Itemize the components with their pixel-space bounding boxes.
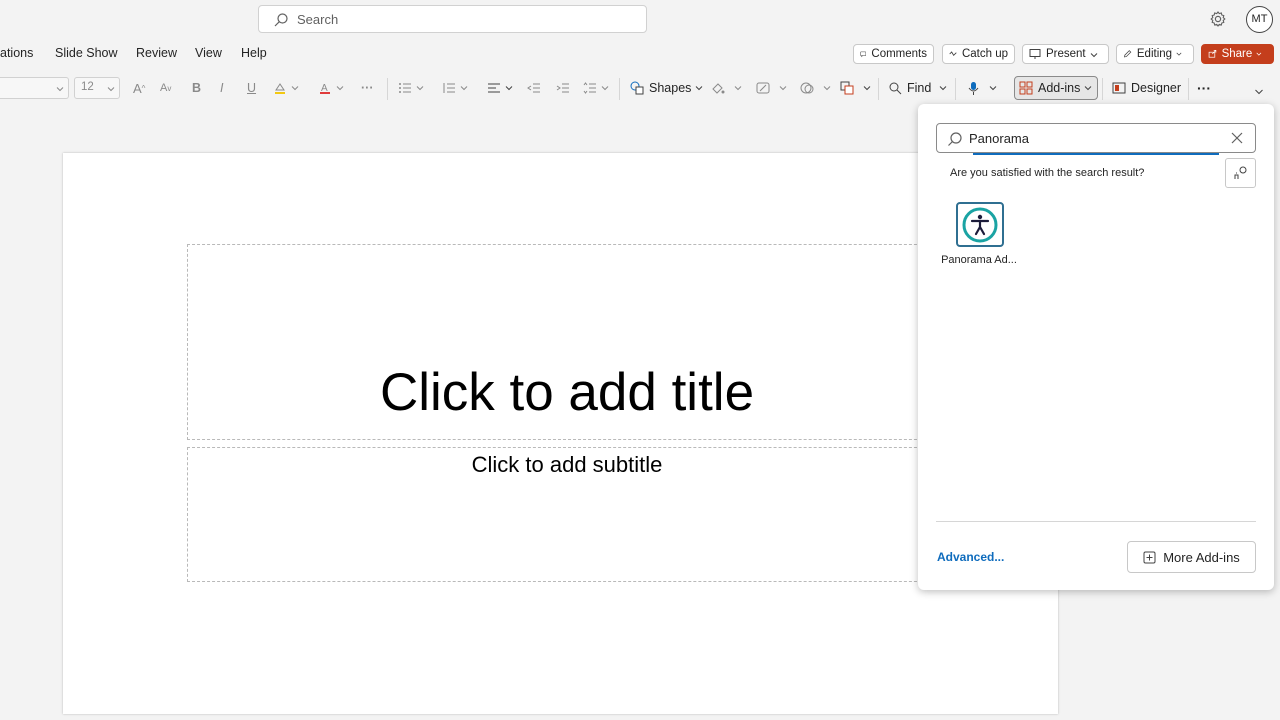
chevron-down-icon [56, 87, 64, 92]
font-color-icon[interactable]: A [318, 78, 344, 98]
designer-icon [1112, 82, 1126, 94]
arrange-icon[interactable] [840, 78, 871, 98]
shapes-icon [630, 81, 644, 95]
editing-label: Editing [1136, 48, 1173, 60]
tab-animations[interactable]: ations [0, 46, 33, 60]
addins-label: Add-ins [1038, 81, 1081, 95]
shrink-font-icon[interactable]: Av [160, 78, 171, 98]
accessibility-icon [956, 202, 1004, 247]
find-label: Find [907, 81, 932, 95]
feedback-icon [1234, 166, 1247, 179]
designer-label: Designer [1131, 81, 1182, 95]
subtitle-placeholder-text: Click to add subtitle [471, 452, 663, 477]
advanced-link[interactable]: Advanced... [937, 550, 1004, 564]
search-icon [274, 13, 288, 27]
catch-up-label: Catch up [961, 48, 1008, 60]
addins-search-input[interactable] [969, 128, 1215, 148]
chevron-down-icon [1256, 52, 1262, 56]
tab-help[interactable]: Help [241, 46, 267, 60]
chevron-down-icon [1176, 52, 1182, 56]
slide-canvas[interactable]: Click to add title Click to add subtitle [63, 153, 1058, 714]
collapse-ribbon-icon[interactable] [1254, 82, 1264, 102]
highlight-icon[interactable] [273, 78, 299, 98]
share-icon [1208, 50, 1217, 58]
tab-view[interactable]: View [195, 46, 222, 60]
line-spacing-icon[interactable] [583, 78, 609, 98]
feedback-question: Are you satisfied with the search result… [950, 167, 1145, 179]
dictate-button[interactable] [967, 78, 997, 98]
search-placeholder: Search [297, 12, 339, 27]
comments-label: Comments [871, 48, 927, 60]
editing-mode-button[interactable]: Editing [1116, 44, 1194, 64]
subtitle-placeholder[interactable]: Click to add subtitle [187, 447, 947, 582]
underline-icon[interactable]: U [247, 78, 256, 98]
shape-effects-icon[interactable] [800, 78, 831, 98]
font-size-box[interactable]: 12 [74, 77, 120, 99]
search-icon [948, 132, 962, 146]
align-icon[interactable] [487, 78, 513, 98]
catch-up-button[interactable]: Catch up [942, 44, 1015, 64]
gear-icon[interactable] [1208, 9, 1228, 29]
chevron-down-icon [107, 87, 115, 92]
add-square-icon [1143, 551, 1156, 563]
increase-indent-icon[interactable] [556, 78, 570, 98]
shapes-button[interactable]: Shapes [630, 78, 703, 98]
search-icon [889, 82, 902, 94]
avatar[interactable]: MT [1246, 6, 1273, 33]
feedback-button[interactable] [1225, 158, 1256, 188]
bold-icon[interactable]: B [192, 78, 201, 98]
divider [936, 521, 1256, 522]
shape-fill-icon[interactable] [711, 78, 742, 98]
more-addins-label: More Add-ins [1163, 549, 1240, 565]
catch-up-icon [949, 51, 957, 57]
addins-button-content: Add-ins [1019, 78, 1092, 98]
present-button[interactable]: Present [1022, 44, 1109, 64]
addin-result-tile[interactable]: Panorama Ad... [938, 202, 1020, 272]
more-font-options-icon[interactable]: ··· [361, 78, 374, 98]
search-box[interactable]: Search [258, 5, 647, 33]
share-button[interactable]: Share [1201, 44, 1274, 64]
addins-search-field[interactable] [936, 123, 1256, 155]
title-placeholder-text: Click to add title [379, 363, 755, 422]
title-placeholder[interactable]: Click to add title [187, 244, 947, 440]
tab-review[interactable]: Review [136, 46, 177, 60]
present-label: Present [1046, 48, 1086, 60]
present-icon [1029, 49, 1041, 59]
font-size-value: 12 [81, 81, 94, 93]
comments-button[interactable]: Comments [853, 44, 934, 64]
shapes-label: Shapes [649, 81, 692, 95]
close-icon[interactable] [1229, 130, 1245, 146]
italic-icon[interactable]: I [220, 78, 223, 98]
more-options-icon[interactable]: ··· [1197, 78, 1211, 98]
shape-outline-icon[interactable] [756, 78, 787, 98]
chevron-down-icon[interactable] [1090, 51, 1098, 59]
addins-icon [1019, 81, 1033, 95]
pencil-icon [1124, 50, 1132, 58]
comment-icon [860, 51, 867, 58]
tab-slide-show[interactable]: Slide Show [55, 46, 118, 60]
share-label: Share [1221, 48, 1253, 60]
decrease-indent-icon[interactable] [527, 78, 541, 98]
more-addins-button[interactable]: More Add-ins [1127, 541, 1256, 573]
addins-panel: Are you satisfied with the search result… [918, 104, 1274, 590]
numbering-icon[interactable] [442, 78, 468, 98]
find-button[interactable]: Find [889, 78, 947, 98]
microphone-icon [968, 81, 979, 95]
addin-result-name: Panorama Ad... [941, 254, 1017, 266]
title-bar: Search MT [0, 0, 1280, 38]
designer-button[interactable]: Designer [1112, 78, 1181, 98]
font-name-box[interactable] [0, 77, 69, 99]
grow-font-icon[interactable]: A ^ [133, 78, 145, 98]
search-focus-underline [973, 153, 1219, 155]
bullets-icon[interactable] [398, 78, 424, 98]
